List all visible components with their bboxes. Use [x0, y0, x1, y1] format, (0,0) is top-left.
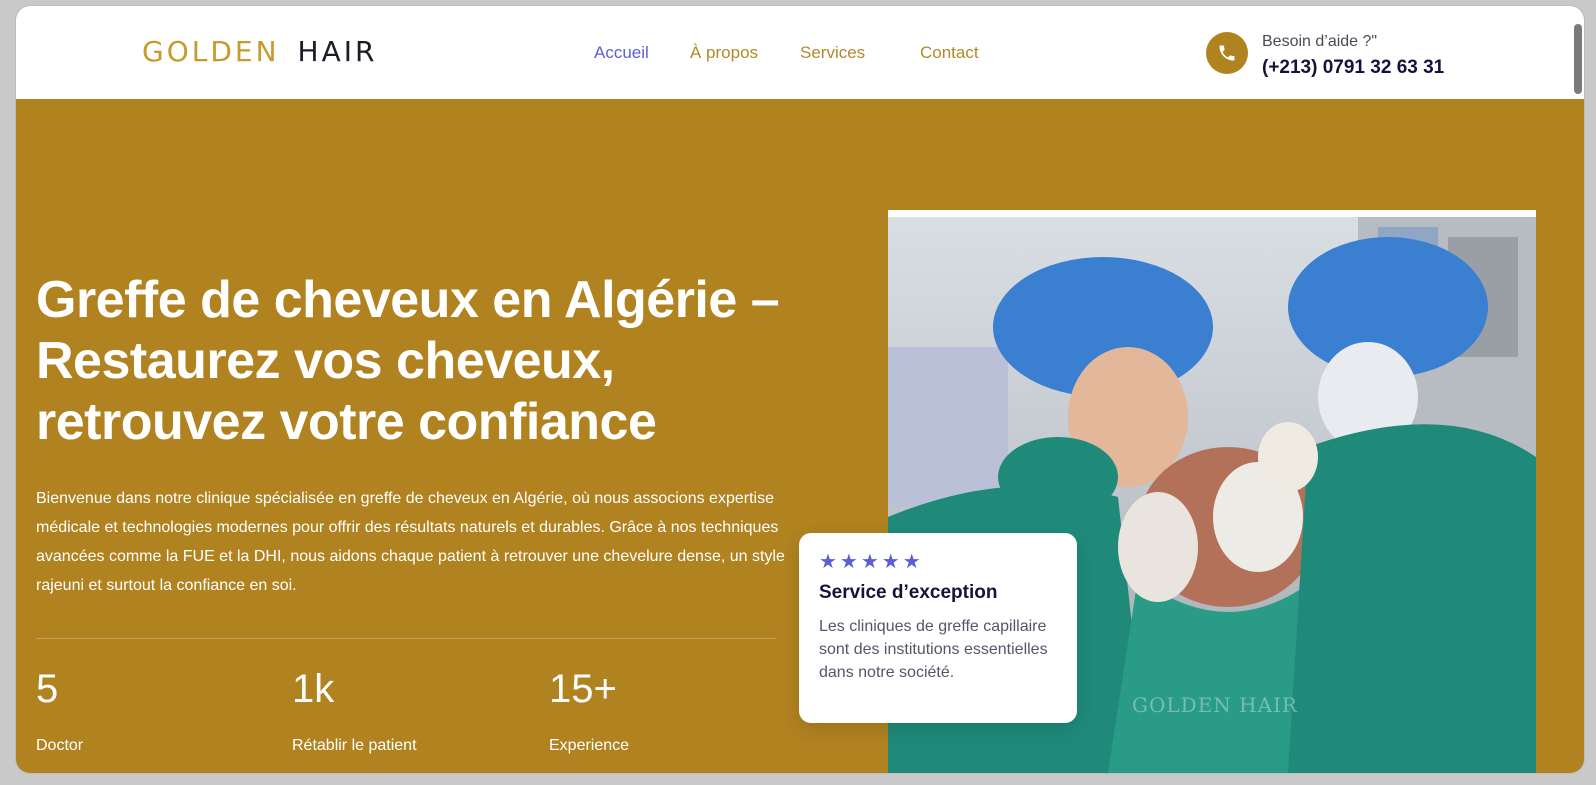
- nav-contact[interactable]: Contact: [920, 42, 1000, 64]
- review-card: ★★★★★ Service d’exception Les cliniques …: [799, 533, 1077, 723]
- review-card-text: Les cliniques de greffe capillaire sont …: [819, 618, 1048, 681]
- stat-label-doctor: Doctor: [36, 737, 84, 754]
- hero-description: Bienvenue dans notre clinique spécialisé…: [36, 490, 785, 594]
- review-card-title: Service d’exception: [819, 582, 998, 603]
- rating-stars: ★★★★★: [819, 551, 924, 573]
- stat-value-doctor: 5: [36, 667, 59, 711]
- page-scrollbar[interactable]: [1572, 18, 1582, 758]
- logo-golden-text: GOLDEN: [142, 35, 280, 68]
- nav-accueil[interactable]: Accueil: [594, 42, 690, 64]
- phone-icon[interactable]: [1206, 32, 1248, 74]
- scrollbar-thumb[interactable]: [1574, 24, 1582, 94]
- stat-label-experience: Experience: [549, 737, 630, 754]
- stat-label-patients: Rétablir le patient: [292, 737, 417, 754]
- stat-value-patients: 1k: [292, 667, 335, 711]
- stats-divider: [36, 638, 776, 639]
- main-nav: Accueil À propos Services Contact: [594, 42, 1000, 64]
- logo-hair-text: HAIR: [297, 35, 378, 68]
- hero-title: Greffe de cheveux en Algérie – Restaurez…: [36, 271, 780, 451]
- site-header: GOLDEN HAIR Accueil À propos Services Con…: [16, 6, 1584, 99]
- photo-watermark: GOLDEN HAIR: [1132, 693, 1298, 717]
- help-phone-number[interactable]: (+213) 0791 32 63 31: [1262, 56, 1444, 80]
- stat-value-experience: 15+: [549, 667, 617, 711]
- browser-window: GOLDEN HAIR Accueil À propos Services Con…: [16, 6, 1584, 773]
- site-logo[interactable]: GOLDEN HAIR: [142, 34, 377, 70]
- nav-services[interactable]: Services: [800, 42, 920, 64]
- help-label: Besoin d’aide ?": [1262, 33, 1378, 50]
- nav-a-propos[interactable]: À propos: [690, 42, 800, 64]
